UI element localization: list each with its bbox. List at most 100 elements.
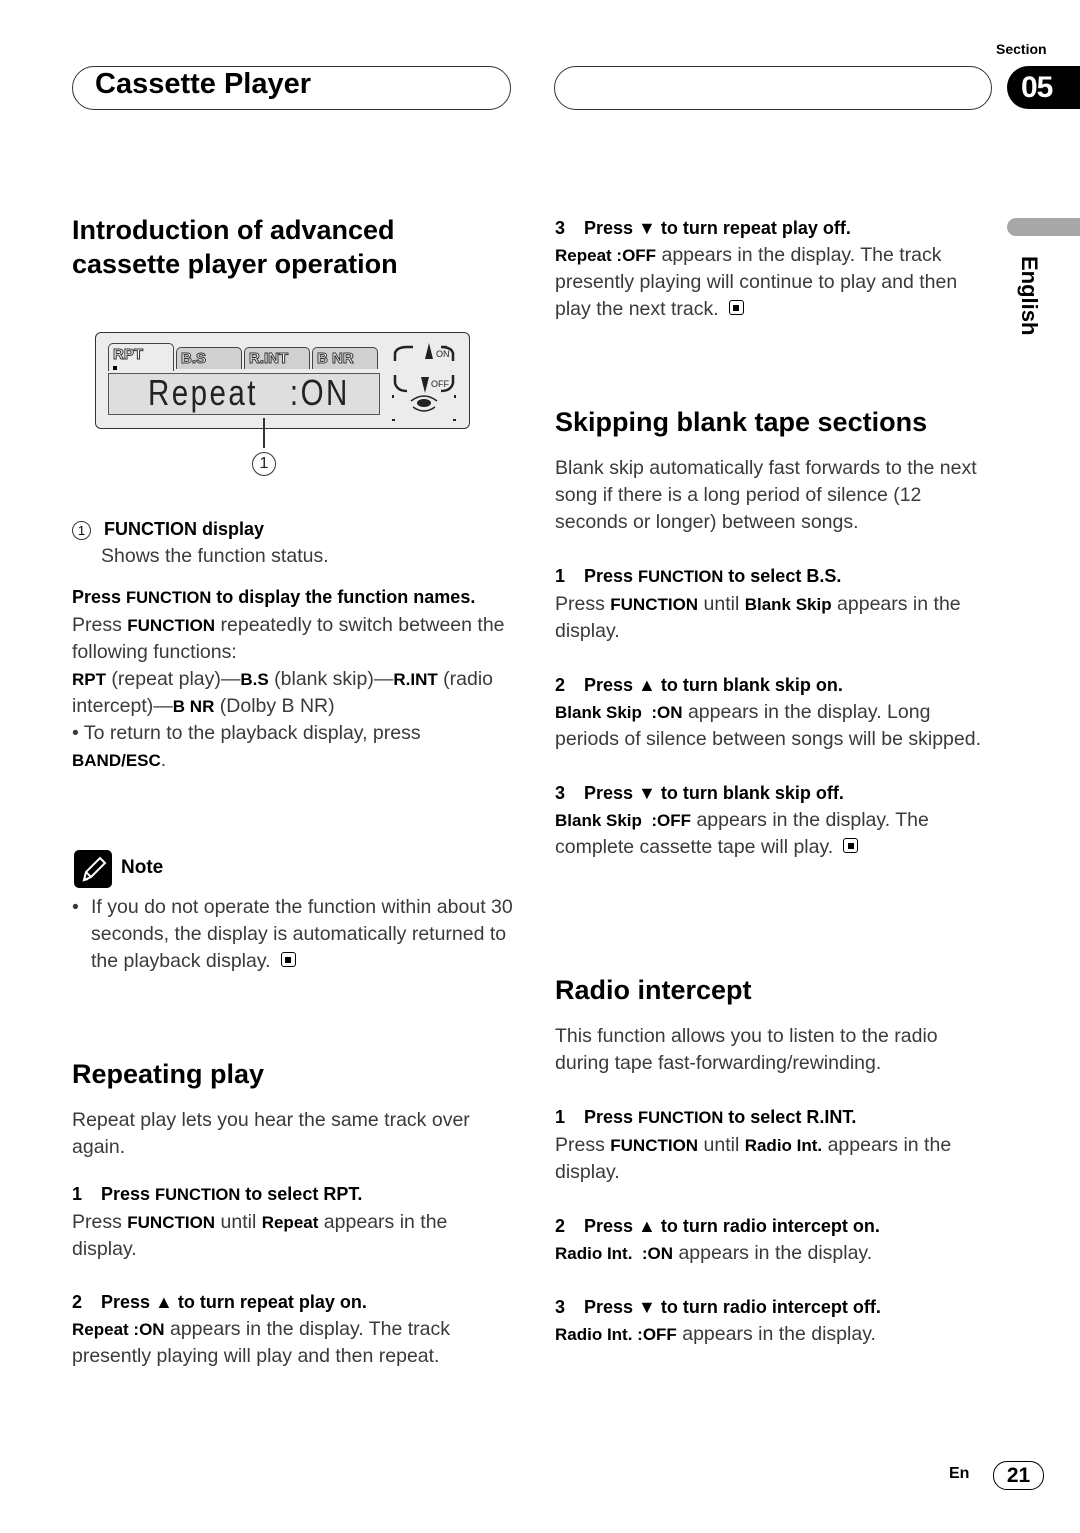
text: Press ▼ to turn radio intercept off.	[584, 1297, 881, 1317]
text: Blank Skip	[744, 595, 832, 614]
text: Press	[584, 1107, 639, 1127]
up-arrow-icon	[425, 343, 433, 359]
end-mark-icon	[728, 300, 744, 316]
radio-intercept-section: Radio intercept This function allows you…	[555, 973, 990, 1348]
intro-heading-line2: cassette player operation	[72, 249, 398, 279]
text: FUNCTION	[638, 1109, 724, 1127]
bs-step-3-body: Blank Skip :OFF appears in the display. …	[555, 807, 985, 861]
text: FUNCTION	[155, 1186, 241, 1204]
text: Press	[72, 614, 128, 636]
display-tab-bs: B.S	[176, 347, 242, 369]
func-bnr: B NR	[172, 697, 215, 716]
end-mark-icon	[280, 952, 296, 968]
repeat-step-3: 3 Press ▼ to turn repeat play off. Repeat…	[555, 215, 985, 323]
page-number: 21	[993, 1461, 1044, 1490]
language-label: English	[1017, 256, 1042, 336]
repeat-step-2-title: 2 Press ▲ to turn repeat play on.	[72, 1289, 512, 1316]
text: Radio Int.	[744, 1136, 823, 1155]
display-tab-rpt: RPT	[108, 343, 174, 371]
bullet: •	[72, 896, 79, 918]
chapter-title: Cassette Player	[95, 68, 312, 100]
step-number: 3	[555, 218, 566, 238]
blank-skip-section: Skipping blank tape sections Blank skip …	[555, 405, 985, 861]
step-number: 2	[555, 675, 566, 695]
section-number-tab: 05	[1007, 66, 1080, 109]
text: appears in the display.	[673, 1242, 873, 1264]
step-number: 3	[555, 1297, 566, 1317]
callout-number: 1	[252, 452, 276, 476]
repeating-heading: Repeating play	[72, 1059, 265, 1089]
intro-text: 1 FUNCTION display Shows the function st…	[72, 516, 512, 774]
step-number: 3	[555, 783, 566, 803]
repeat-step-1-body: Press FUNCTION until Repeat appears in t…	[72, 1209, 512, 1263]
footer-language: En	[949, 1465, 970, 1482]
intro-section: Introduction of advanced cassette player …	[72, 213, 512, 281]
text: until	[698, 1134, 745, 1156]
function-list: RPT (repeat play)—B.S (blank skip)—R.INT…	[72, 666, 512, 720]
intro-heading: Introduction of advanced cassette player …	[72, 213, 512, 281]
text: until	[698, 593, 745, 615]
ri-step-2-title: 2 Press ▲ to turn radio intercept on.	[555, 1213, 990, 1240]
ri-step-1-body: Press FUNCTION until Radio Int. appears …	[555, 1132, 990, 1186]
text: Press	[584, 566, 639, 586]
return-bullet: • To return to the playback display, pre…	[72, 720, 512, 774]
text: If you do not operate the function withi…	[91, 896, 513, 972]
display-tab-rint: R.INT	[244, 347, 310, 369]
note-pencil-icon	[74, 850, 112, 888]
text: Radio Int. :ON	[555, 1244, 674, 1263]
func-rint: R.INT	[393, 670, 438, 689]
bs-step-2-title: 2 Press ▲ to turn blank skip on.	[555, 672, 985, 699]
text: Press ▼ to turn blank skip off.	[584, 783, 844, 803]
ri-step-3-title: 3 Press ▼ to turn radio intercept off.	[555, 1294, 990, 1321]
ri-step-1-title: 1 Press FUNCTION to select R.INT.	[555, 1104, 990, 1132]
text: to select	[723, 1107, 807, 1127]
text: to select	[240, 1184, 324, 1204]
repeating-intro: Repeat play lets you hear the same track…	[72, 1109, 470, 1158]
step-number: 1	[555, 1107, 566, 1127]
bs-step-1-body: Press FUNCTION until Blank Skip appears …	[555, 591, 985, 645]
text: Press ▲ to turn radio intercept on.	[584, 1216, 880, 1236]
empty-header-box	[554, 66, 992, 110]
func-rpt: RPT	[72, 670, 106, 689]
text: B.S.	[806, 566, 842, 586]
end-mark-icon	[843, 838, 859, 854]
text: Press	[72, 587, 127, 607]
section-number: 05	[1021, 70, 1053, 104]
step-number: 2	[72, 1292, 83, 1312]
text: .	[160, 749, 167, 771]
step-number: 2	[555, 1216, 566, 1236]
text: Press ▲ to turn blank skip on.	[584, 675, 843, 695]
text: Press ▲ to turn repeat play on.	[101, 1292, 367, 1312]
repeating-play-section: Repeating play Repeat play lets you hear…	[72, 1057, 512, 1370]
ri-step-2-body: Radio Int. :ON appears in the display.	[555, 1240, 990, 1267]
text: Blank Skip :ON	[555, 703, 683, 722]
text: (blank skip)—	[268, 668, 394, 690]
bs-step-3-title: 3 Press ▼ to turn blank skip off.	[555, 780, 985, 807]
text: FUNCTION	[127, 616, 216, 635]
svg-text:ON: ON	[436, 349, 450, 359]
text: FUNCTION	[638, 568, 724, 586]
language-tab-marker	[1007, 218, 1080, 236]
blank-skip-intro: Blank skip automatically fast forwards t…	[555, 457, 977, 533]
text: to select	[723, 566, 807, 586]
repeat-step-2-body: Repeat :ON appears in the display. The t…	[72, 1316, 512, 1370]
text: FUNCTION	[610, 1136, 699, 1155]
legend-title: FUNCTION display	[104, 519, 265, 539]
text: BAND/ESC	[72, 751, 161, 770]
text: (repeat play)—	[106, 668, 241, 690]
ri-step-3-body: Radio Int. :OFF appears in the display.	[555, 1321, 990, 1348]
repeat-step-1-title: 1 Press FUNCTION to select RPT.	[72, 1181, 512, 1209]
text: until	[215, 1211, 262, 1233]
text: Press	[72, 1211, 128, 1233]
display-tab-bnr: B NR	[312, 347, 378, 369]
text: FUNCTION	[127, 1213, 216, 1232]
text: • To return to the playback display, pre…	[72, 722, 421, 744]
step-number: 1	[555, 566, 566, 586]
section-label: Section	[996, 41, 1047, 57]
text: (Dolby B NR)	[214, 695, 335, 717]
func-bs: B.S	[240, 670, 269, 689]
text: FUNCTION	[126, 589, 212, 607]
intro-heading-line1: Introduction of advanced	[72, 215, 395, 245]
repeat-step-3-title: 3 Press ▼ to turn repeat play off.	[555, 215, 985, 242]
legend-number: 1	[72, 521, 91, 540]
